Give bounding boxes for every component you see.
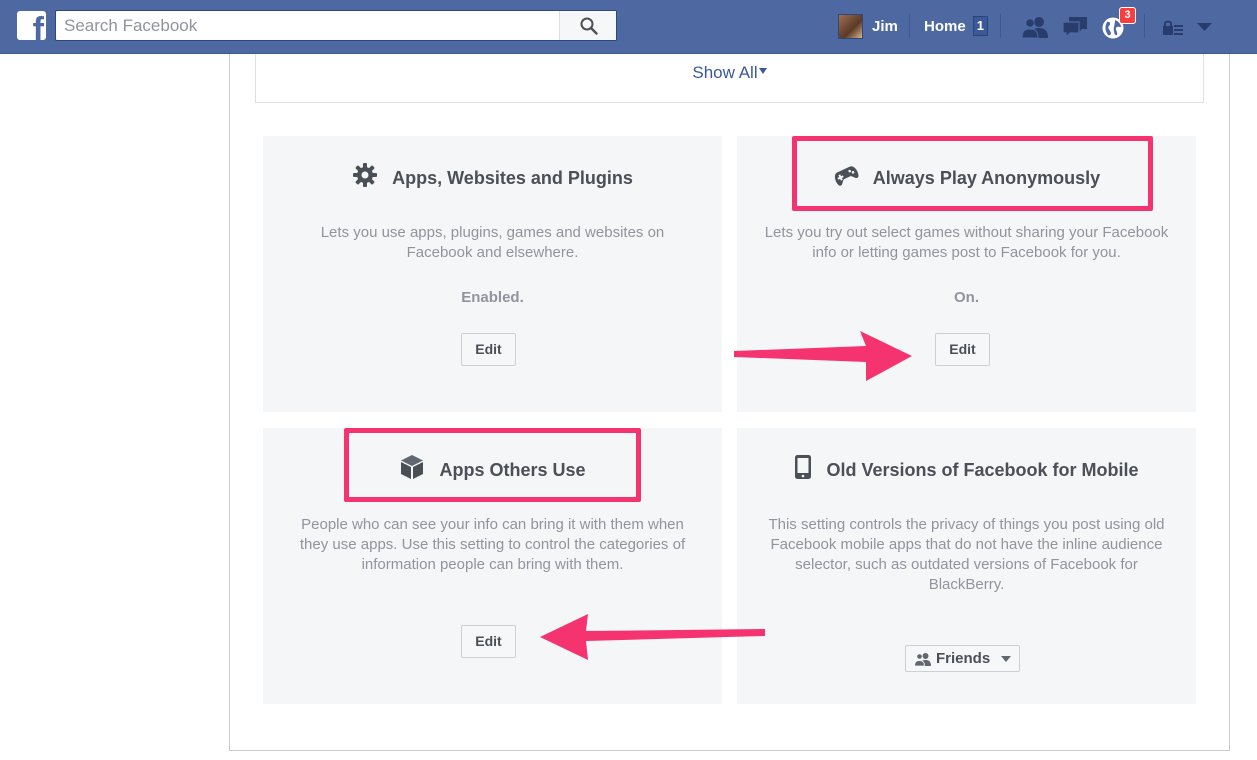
arrow-left-annotation bbox=[540, 614, 765, 660]
arrow-right-annotation bbox=[734, 331, 912, 381]
annotation-arrows bbox=[540, 331, 912, 660]
